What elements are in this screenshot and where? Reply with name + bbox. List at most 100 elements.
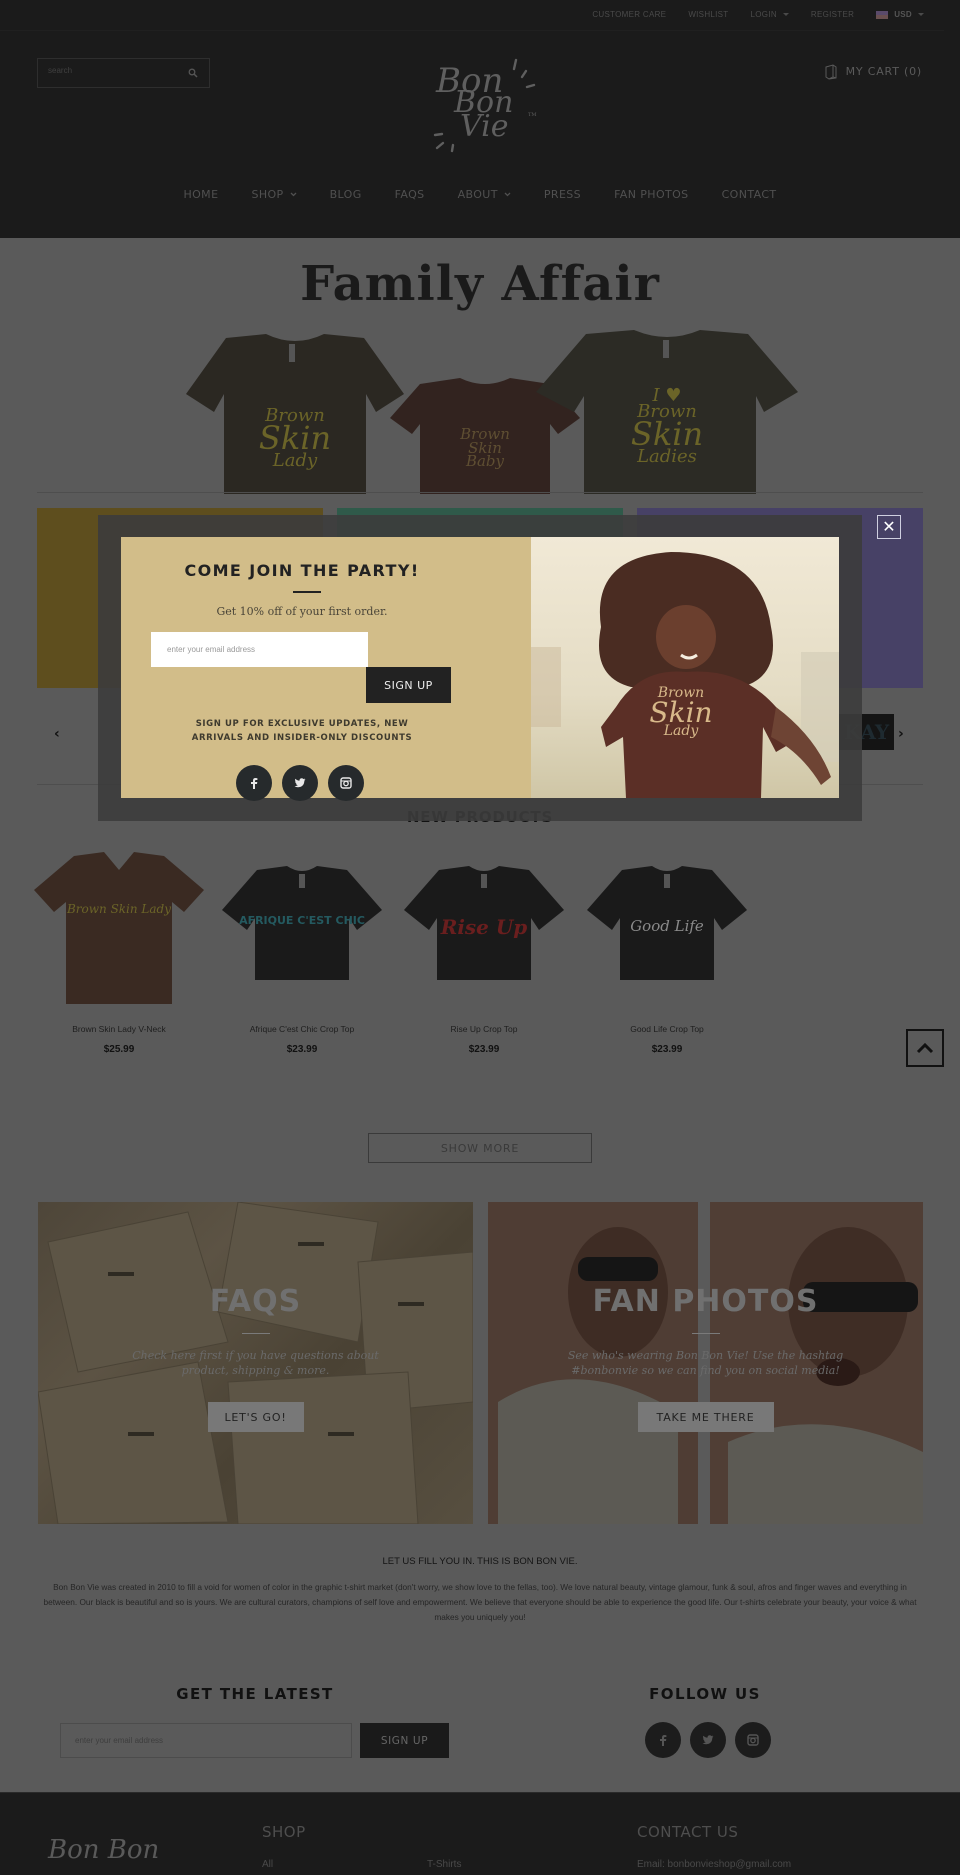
us-flag-icon (876, 10, 889, 19)
product-price: $23.99 (286, 1044, 318, 1055)
product-card[interactable]: Brown Skin Lady Brown Skin Lady V-Neck $… (34, 852, 204, 1055)
twitter-icon (702, 1735, 714, 1745)
nav-blog[interactable]: BLOG (313, 188, 378, 201)
show-more-button[interactable]: SHOW MORE (368, 1133, 592, 1163)
main-nav: HOME SHOP BLOG FAQS ABOUT PRESS FAN PHOT… (0, 188, 960, 201)
product-card[interactable]: AFRIQUE C'EST CHIC Afrique C'est Chic Cr… (217, 852, 387, 1055)
nav-faqs[interactable]: FAQS (378, 188, 441, 201)
product-name[interactable]: Afrique C'est Chic Crop Top (217, 1024, 387, 1034)
hero-banner[interactable]: Family Affair Brown Skin Lady Brown Skin Bab… (0, 238, 960, 494)
newsletter-heading: GET THE LATEST (176, 1685, 334, 1703)
chevron-up-icon (916, 1042, 934, 1054)
faqs-description: Check here first if you have questions a… (132, 1349, 379, 1377)
register-link[interactable]: REGISTER (811, 10, 854, 19)
fan-photos-panel[interactable]: FAN PHOTOS See who's wearing Bon Bon Vie… (488, 1202, 923, 1524)
footer-contact-email[interactable]: Email: bonbonvieshop@gmail.com (637, 1859, 791, 1870)
popup-email-input[interactable] (151, 632, 368, 667)
nav-label: HOME (183, 188, 219, 201)
faqs-panel[interactable]: FAQS Check here first if you have questi… (38, 1202, 473, 1524)
product-price: $23.99 (651, 1044, 683, 1055)
product-image[interactable]: Good Life (582, 852, 752, 1002)
nav-press[interactable]: PRESS (527, 188, 597, 201)
popup-signup-button[interactable]: SIGN UP (366, 667, 451, 703)
print-line: Lady (663, 722, 699, 739)
product-name[interactable]: Good Life Crop Top (582, 1024, 752, 1034)
twitter-icon (294, 778, 306, 788)
faqs-lets-go-button[interactable]: LET'S GO! (207, 1402, 304, 1432)
take-me-there-button[interactable]: TAKE ME THERE (637, 1402, 774, 1432)
brand-logo[interactable]: Bon Bon Vie TM (424, 55, 540, 155)
nav-fan-photos[interactable]: FAN PHOTOS (598, 188, 706, 201)
nav-home[interactable]: HOME (167, 188, 235, 201)
nav-contact[interactable]: CONTACT (705, 188, 793, 201)
divider (691, 1333, 720, 1334)
slider-next-arrow[interactable]: › (898, 726, 904, 742)
twitter-link[interactable] (690, 1722, 726, 1758)
customer-care-link[interactable]: CUSTOMER CARE (592, 10, 666, 19)
divider (293, 591, 321, 593)
twitter-link[interactable] (282, 765, 318, 801)
print-line: Skin (649, 695, 713, 729)
facebook-icon (660, 1735, 667, 1746)
fan-photos-description: See who's wearing Bon Bon Vie! Use the h… (567, 1349, 844, 1377)
shirt-print: Brown Skin Lady (66, 902, 172, 916)
search-input[interactable] (48, 66, 178, 75)
newsletter-signup-button[interactable]: SIGN UP (360, 1723, 449, 1758)
crop-top-image (222, 866, 382, 980)
popup-subtitle: Get 10% off of your first order. (216, 605, 388, 618)
login-label: LOGIN (750, 10, 777, 19)
vneck-tshirt-image (34, 852, 204, 1004)
facebook-link[interactable] (645, 1722, 681, 1758)
product-image[interactable]: Brown Skin Lady (34, 852, 204, 1004)
hero-shirt-lady: Brown Skin Lady (186, 334, 404, 494)
footer-link-all[interactable]: All (262, 1859, 273, 1870)
popup-close-button[interactable]: ✕ (877, 515, 901, 539)
top-utility-bar: CUSTOMER CARE WISHLIST LOGIN REGISTER US… (592, 10, 924, 19)
fine-print-line: SIGN UP FOR EXCLUSIVE UPDATES, NEW (195, 719, 409, 729)
facebook-link[interactable] (236, 765, 272, 801)
cart-link[interactable]: MY CART (0) (824, 63, 922, 80)
hero-shirt-ladies: I ♥ Brown Skin Ladies (536, 330, 798, 494)
login-dropdown[interactable]: LOGIN (751, 10, 789, 19)
slider-prev-arrow[interactable]: ‹ (54, 726, 60, 742)
product-card[interactable]: Rise Up Rise Up Crop Top $23.99 (399, 852, 569, 1055)
footer-logo[interactable]: Bon Bon (48, 1835, 159, 1865)
follow-social-links (645, 1722, 771, 1758)
divider (37, 492, 923, 493)
instagram-link[interactable] (735, 1722, 771, 1758)
popup-title: COME JOIN THE PARTY! (184, 561, 420, 580)
nav-label: CONTACT (721, 188, 777, 201)
site-footer: Bon Bon SHOP All T-Shirts CONTACT US Ema… (0, 1792, 960, 1875)
nav-label: FAN PHOTOS (614, 188, 689, 201)
product-image[interactable]: Rise Up (399, 852, 569, 1002)
nav-shop[interactable]: SHOP (235, 188, 313, 201)
caret-down-icon (782, 13, 789, 17)
divider (241, 1333, 270, 1334)
product-name[interactable]: Rise Up Crop Top (399, 1024, 569, 1034)
footer-shop-heading: SHOP (262, 1823, 306, 1841)
footer-link-tshirts[interactable]: T-Shirts (427, 1859, 461, 1870)
logo-tm: TM (528, 112, 537, 118)
wishlist-link[interactable]: WISHLIST (688, 10, 728, 19)
product-card[interactable]: Good Life Good Life Crop Top $23.99 (582, 852, 752, 1055)
newsletter-popup: COME JOIN THE PARTY! Get 10% off of your… (121, 537, 839, 801)
cart-label: MY CART (0) (845, 65, 922, 78)
nav-about[interactable]: ABOUT (441, 188, 527, 201)
newsletter-email-input[interactable] (60, 1723, 352, 1758)
product-name[interactable]: Brown Skin Lady V-Neck (34, 1024, 204, 1034)
nav-label: ABOUT (457, 188, 498, 201)
chevron-down-icon (290, 192, 297, 197)
shirt-print: AFRIQUE C'EST CHIC (239, 914, 365, 927)
divider (0, 30, 944, 31)
nav-label: PRESS (543, 188, 582, 201)
search-icon[interactable] (188, 68, 198, 78)
print-line: Lady (272, 449, 318, 471)
currency-selector[interactable]: USD (876, 10, 924, 19)
currency-label: USD (894, 10, 912, 19)
back-to-top-button[interactable] (906, 1029, 944, 1067)
instagram-link[interactable] (328, 765, 364, 801)
follow-us-heading: FOLLOW US (649, 1685, 761, 1703)
product-image[interactable]: AFRIQUE C'EST CHIC (217, 852, 387, 1002)
instagram-icon (747, 1734, 759, 1746)
faqs-title: FAQS (209, 1284, 302, 1319)
